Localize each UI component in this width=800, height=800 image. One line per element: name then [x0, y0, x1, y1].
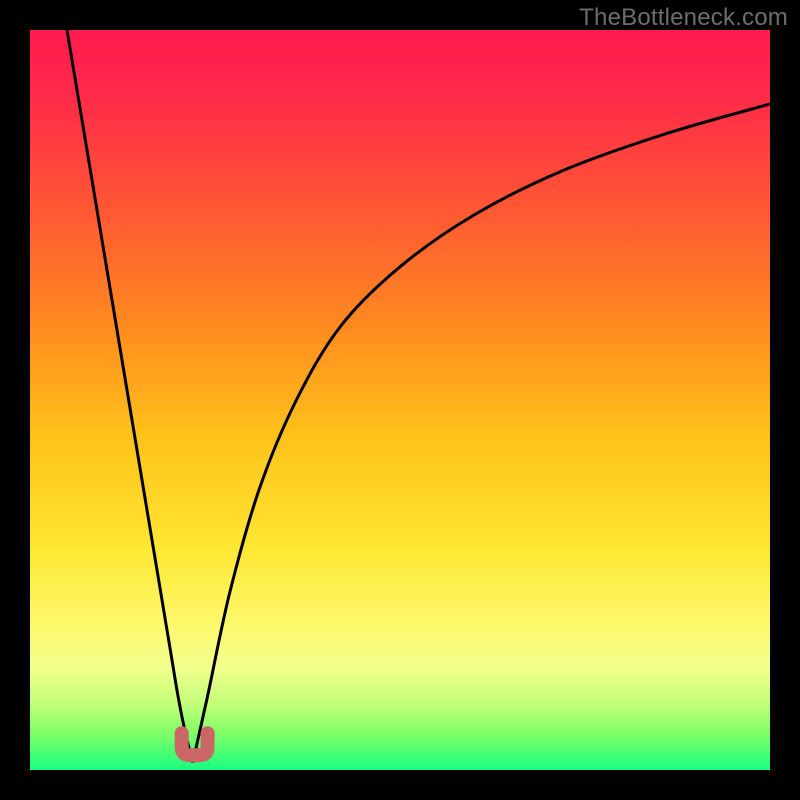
curve-left-branch [67, 30, 193, 763]
curve-right-branch [193, 104, 770, 763]
min-marker-icon [182, 733, 208, 755]
curve-overlay [30, 30, 770, 770]
chart-frame: TheBottleneck.com [0, 0, 800, 800]
plot-area [30, 30, 770, 770]
watermark-text: TheBottleneck.com [579, 4, 788, 32]
